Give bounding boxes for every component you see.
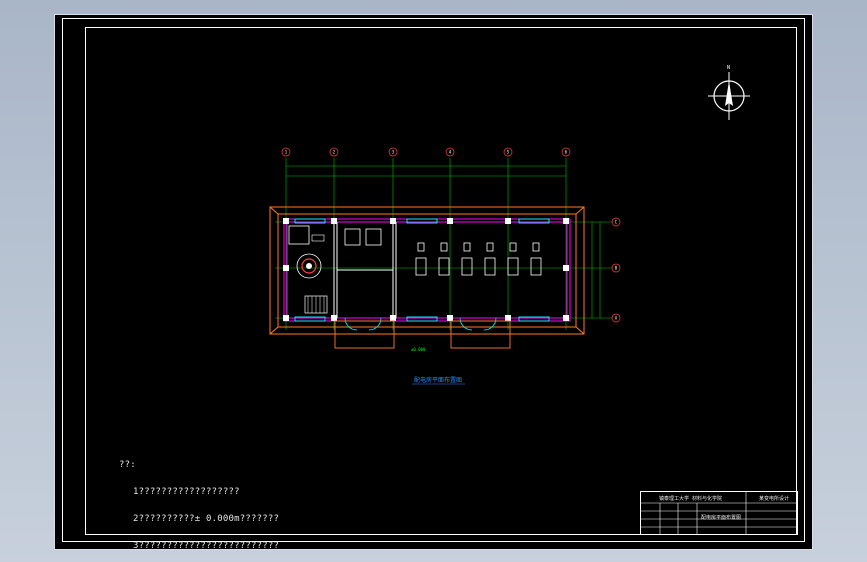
title-block-school: 镇泰理工大学 材料与化学院 bbox=[659, 496, 723, 502]
drawing-caption: 配电房平面布置图 bbox=[414, 376, 462, 384]
title-block: 镇泰理工大学 材料与化学院 某变电所设计 配电房平面布置图 bbox=[640, 491, 798, 535]
note-line-2: 2??????????± 0.000m??????? bbox=[133, 514, 280, 524]
entrance-doors bbox=[344, 317, 497, 331]
windows bbox=[294, 218, 550, 322]
note-line-3: 3????????????????????????? bbox=[133, 541, 280, 551]
grid-axes bbox=[275, 158, 612, 330]
note-line-1: 1?????????????????? bbox=[133, 487, 240, 497]
north-arrow-icon: N bbox=[708, 65, 750, 120]
elevation-mark: ±0.000 bbox=[411, 347, 426, 352]
axis-label-6: 6 bbox=[565, 150, 568, 155]
building-outline bbox=[269, 206, 585, 335]
axis-label-C: C bbox=[615, 220, 618, 225]
axis-label-2: 2 bbox=[333, 150, 336, 155]
axis-label-5: 5 bbox=[507, 150, 510, 155]
title-block-drawing-title: 配电房平面布置图 bbox=[701, 515, 742, 521]
axis-label-4: 4 bbox=[449, 150, 452, 155]
control-cabinets bbox=[344, 228, 382, 246]
north-arrow-label: N bbox=[727, 65, 730, 71]
axis-label-B: B bbox=[615, 266, 618, 271]
axis-label-3: 3 bbox=[392, 150, 395, 155]
transformer-equipment bbox=[288, 225, 328, 314]
drawing-notes: ??: 1?????????????????? 2??????????± 0.0… bbox=[119, 443, 279, 560]
partition-walls bbox=[333, 222, 397, 318]
axis-bubbles-top bbox=[281, 147, 571, 157]
switchgear-panels bbox=[415, 242, 542, 276]
notes-heading: ??: bbox=[119, 460, 136, 470]
title-block-project: 某变电所设计 bbox=[759, 496, 790, 502]
axis-label-A: A bbox=[615, 316, 618, 321]
axis-label-1: 1 bbox=[285, 150, 288, 155]
